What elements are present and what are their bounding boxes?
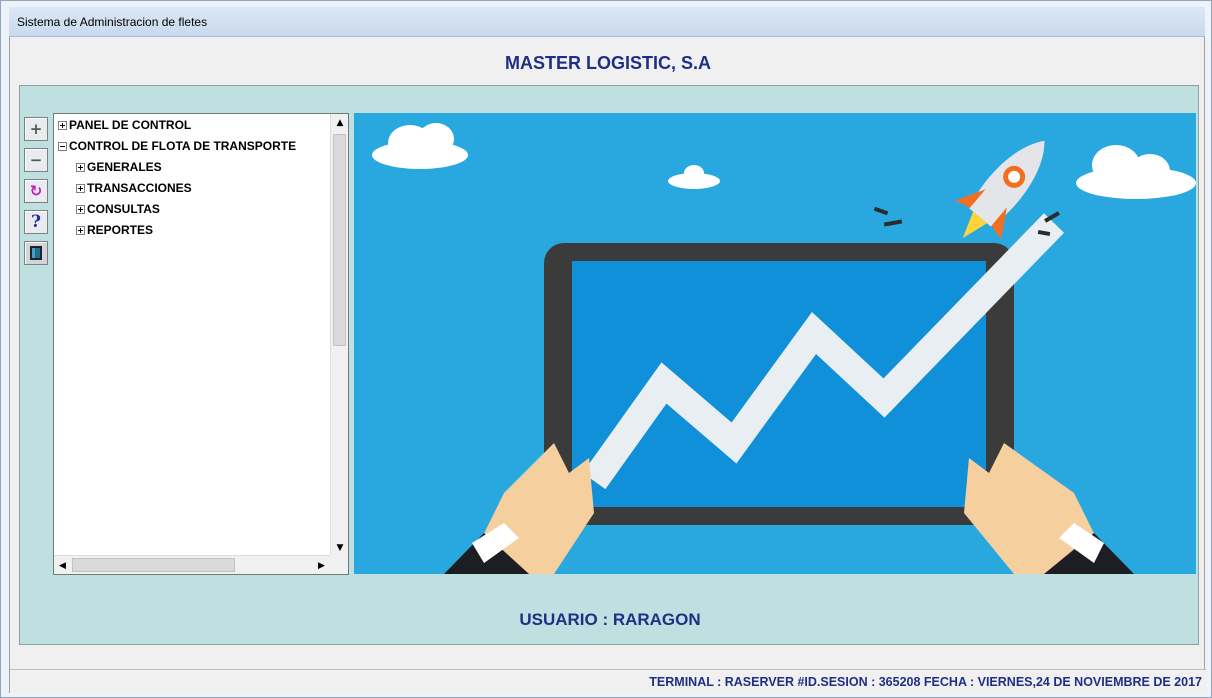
scroll-down-arrow-icon[interactable]: ▼ xyxy=(331,539,349,556)
menu-tree[interactable]: PANEL DE CONTROL CONTROL DE FLOTA DE TRA… xyxy=(53,113,349,575)
cloud-right-icon xyxy=(1076,145,1196,199)
vertical-scroll-thumb[interactable] xyxy=(333,134,346,346)
tree-node-label: TRANSACCIONES xyxy=(87,181,192,195)
tree-node-generales[interactable]: GENERALES xyxy=(76,160,162,174)
side-toolbar: + − ↻ ? xyxy=(24,117,50,272)
tablet-rocket-graphic xyxy=(372,123,1196,574)
exit-button[interactable] xyxy=(24,241,48,265)
client-area: MASTER LOGISTIC, S.A + − ↻ ? PANEL DE CO… xyxy=(9,37,1206,693)
tree-node-label: GENERALES xyxy=(87,160,162,174)
status-bar: TERMINAL : RASERVER #ID.SESION : 365208 … xyxy=(10,669,1206,693)
expand-plus-icon[interactable] xyxy=(76,204,85,214)
scrollbar-corner xyxy=(330,555,348,574)
tree-node-label: REPORTES xyxy=(87,223,154,237)
tree-node-label: CONTROL DE FLOTA DE TRANSPORTE xyxy=(69,139,297,153)
tree-node-label: PANEL DE CONTROL xyxy=(69,118,192,132)
expand-plus-icon[interactable] xyxy=(76,162,85,172)
refresh-icon: ↻ xyxy=(29,182,43,200)
window-title: Sistema de Administracion de fletes xyxy=(17,15,208,29)
expand-all-icon: + xyxy=(29,120,43,138)
app-window: Sistema de Administracion de fletes MAST… xyxy=(0,0,1212,698)
tree-node-reportes[interactable]: REPORTES xyxy=(76,223,153,237)
growth-illustration xyxy=(354,113,1196,574)
tree-node-transacciones[interactable]: TRANSACCIONES xyxy=(76,181,192,195)
scroll-left-arrow-icon[interactable]: ◀ xyxy=(54,556,71,575)
expand-plus-icon[interactable] xyxy=(76,183,85,193)
scroll-up-arrow-icon[interactable]: ▲ xyxy=(331,114,349,131)
cloud-small-icon xyxy=(668,165,720,189)
refresh-button[interactable]: ↻ xyxy=(24,179,48,203)
tree-node-label: CONSULTAS xyxy=(87,202,160,216)
collapse-all-button[interactable]: − xyxy=(24,148,48,172)
help-button[interactable]: ? xyxy=(24,210,48,234)
tree-node-consultas[interactable]: CONSULTAS xyxy=(76,202,160,216)
scroll-right-arrow-icon[interactable]: ▶ xyxy=(313,556,330,575)
cloud-left-icon xyxy=(372,123,468,169)
tree-horizontal-scrollbar[interactable]: ◀ ▶ xyxy=(54,555,330,574)
exit-door-icon xyxy=(30,246,42,260)
title-bar[interactable]: Sistema de Administracion de fletes xyxy=(9,7,1205,37)
user-label: USUARIO : RARAGON xyxy=(519,610,701,629)
tree-vertical-scrollbar[interactable]: ▲ ▼ xyxy=(330,114,348,556)
expand-plus-icon[interactable] xyxy=(58,120,67,130)
expand-all-button[interactable]: + xyxy=(24,117,48,141)
expand-plus-icon[interactable] xyxy=(76,225,85,235)
tree-node-control-de-flota[interactable]: CONTROL DE FLOTA DE TRANSPORTE xyxy=(58,139,296,153)
horizontal-scroll-thumb[interactable] xyxy=(72,558,235,572)
collapse-all-icon: − xyxy=(29,151,43,169)
tree-node-panel-de-control[interactable]: PANEL DE CONTROL xyxy=(58,118,191,132)
help-icon: ? xyxy=(31,212,41,232)
tree-content: PANEL DE CONTROL CONTROL DE FLOTA DE TRA… xyxy=(54,114,330,556)
main-panel: + − ↻ ? PANEL DE CONTROL CONTROL DE FLOT… xyxy=(19,85,1199,645)
collapse-minus-icon[interactable] xyxy=(58,141,67,151)
session-status-text: TERMINAL : RASERVER #ID.SESION : 365208 … xyxy=(649,675,1202,689)
company-name: MASTER LOGISTIC, S.A xyxy=(504,53,711,73)
